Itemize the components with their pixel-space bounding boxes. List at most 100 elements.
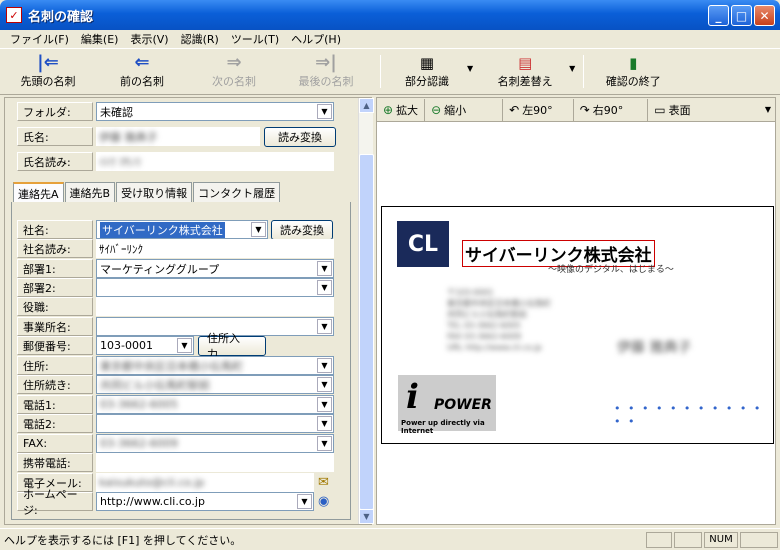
tab-contact-b[interactable]: 連絡先B <box>64 182 116 202</box>
dept1-select[interactable]: マーケティンググループ ▼ <box>96 259 334 278</box>
rotate-left-icon: ↶ <box>509 102 520 117</box>
minimize-button[interactable]: _ <box>708 5 729 26</box>
company-select[interactable]: サイバーリンク株式会社 ▼ <box>96 220 268 239</box>
card-address-block: 〒103-0001 東京都中央区日本橋小伝馬町 共同ビル小伝馬町駅前 TEL 0… <box>447 287 607 353</box>
reading-value: ｲﾄｳ ﾏｻﾉﾘ <box>99 155 141 169</box>
menu-recognize[interactable]: 認識(R) <box>175 31 225 47</box>
company-reading-input[interactable]: ｻｲﾊﾞｰﾘﾝｸ <box>96 239 334 258</box>
scroll-thumb[interactable] <box>359 154 374 510</box>
chevron-down-icon[interactable]: ▼ <box>317 280 332 295</box>
dept2-select[interactable]: ▼ <box>96 278 334 297</box>
prev-card-label: 前の名刺 <box>120 75 164 88</box>
menu-file[interactable]: ファイル(F) <box>4 31 75 47</box>
mobile-input[interactable] <box>96 453 334 472</box>
app-icon[interactable]: ✓ <box>6 7 22 23</box>
browser-globe-icon[interactable]: ◉ <box>318 494 329 509</box>
company-reading-value: ｻｲﾊﾞｰﾘﾝｸ <box>99 242 143 256</box>
side-dropdown-icon[interactable]: ▼ <box>765 105 771 114</box>
chevron-down-icon[interactable]: ▼ <box>317 397 332 412</box>
side-label: 表面 <box>668 103 691 117</box>
chevron-down-icon[interactable]: ▼ <box>317 377 332 392</box>
tel2-select[interactable]: ▼ <box>96 414 334 433</box>
menu-help[interactable]: ヘルプ(H) <box>285 31 347 47</box>
name-input[interactable]: 伊藤 雅典子 <box>96 127 260 146</box>
partial-recognize-button[interactable]: ▦ 部分認識 <box>389 49 465 94</box>
company-convert-button[interactable]: 読み変換 <box>271 219 333 240</box>
menu-edit[interactable]: 編集(E) <box>75 31 125 47</box>
next-card-button[interactable]: ⇒ 次の名刺 <box>188 49 280 94</box>
side-button[interactable]: ▭ 表面 <box>648 99 726 121</box>
address2-select[interactable]: 共同ビル小伝馬町駅前 ▼ <box>96 375 334 394</box>
fax-select[interactable]: 03-3662-6009 ▼ <box>96 434 334 453</box>
finish-check-button[interactable]: ▮ 確認の終了 <box>592 49 674 94</box>
chevron-down-icon[interactable]: ▼ <box>317 436 332 451</box>
first-card-button[interactable]: |⇐ 先頭の名刺 <box>0 49 96 94</box>
card-address-line: URL http://www.cli.co.jp <box>447 343 542 352</box>
mail-icon[interactable]: ✉ <box>318 475 329 490</box>
partial-dropdown-icon[interactable]: ▼ <box>467 64 473 73</box>
email-input[interactable]: kaisukuto@cli.co.jp <box>96 473 314 492</box>
rotate-right-button[interactable]: ↷ 右90° <box>574 98 649 121</box>
rotate-right-icon: ↷ <box>579 102 590 117</box>
fax-label: FAX: <box>17 434 93 453</box>
address-label: 住所: <box>17 356 93 375</box>
scroll-up-icon[interactable]: ▲ <box>359 98 374 113</box>
tab-contact-history[interactable]: コンタクト履歴 <box>193 182 281 202</box>
reading-input[interactable]: ｲﾄｳ ﾏｻﾉﾘ <box>96 152 334 171</box>
maximize-button[interactable]: □ <box>731 5 752 26</box>
scroll-down-icon[interactable]: ▼ <box>359 509 374 524</box>
rotate-right-label: 右90° <box>592 103 624 117</box>
zoom-in-button[interactable]: ⊕ 拡大 <box>377 98 426 121</box>
chevron-down-icon[interactable]: ▼ <box>317 416 332 431</box>
homepage-select[interactable]: http://www.cli.co.jp ▼ <box>96 492 314 511</box>
status-text: ヘルプを表示するには [F1] を押してください。 <box>4 533 242 547</box>
homepage-label: ホームページ: <box>17 488 93 517</box>
rotate-left-label: 左90° <box>522 103 553 117</box>
chevron-down-icon[interactable]: ▼ <box>297 494 312 509</box>
status-cell <box>646 531 672 548</box>
left-arrow-icon: ⇐ <box>134 52 150 73</box>
zoom-in-label: 拡大 <box>396 103 419 117</box>
menu-tools[interactable]: ツール(T) <box>225 31 285 47</box>
folder-select[interactable]: 未確認 ▼ <box>96 102 334 121</box>
address-input-button[interactable]: 住所入力... <box>198 332 266 361</box>
address-select[interactable]: 東京都中央区日本橋小伝馬町 ▼ <box>96 356 334 375</box>
tab-received-info[interactable]: 受け取り情報 <box>116 182 193 202</box>
zoom-in-icon: ⊕ <box>383 102 394 117</box>
chevron-down-icon[interactable]: ▼ <box>317 261 332 276</box>
zoom-out-button[interactable]: ⊖ 縮小 <box>425 98 504 121</box>
title-input[interactable] <box>96 297 334 316</box>
last-card-button[interactable]: ⇒| 最後の名刺 <box>280 49 372 94</box>
chevron-down-icon[interactable]: ▼ <box>317 358 332 373</box>
partial-recognize-label: 部分認識 <box>405 75 449 88</box>
tab-contact-a[interactable]: 連絡先A <box>13 182 64 202</box>
chevron-down-icon[interactable]: ▼ <box>251 222 266 237</box>
chevron-down-icon[interactable]: ▼ <box>317 319 332 334</box>
card-image-panel: ⊕ 拡大 ⊖ 縮小 ↶ 左90° ↷ 右90° ▭ 表面 ▼ CL サイバーリン… <box>376 97 776 525</box>
tel1-select[interactable]: 03-3662-6005 ▼ <box>96 395 334 414</box>
name-convert-button[interactable]: 読み変換 <box>264 126 336 147</box>
rotate-left-button[interactable]: ↶ 左90° <box>503 98 574 121</box>
replace-dropdown-icon[interactable]: ▼ <box>569 64 575 73</box>
card-address-line: TEL 03-3662-6005 <box>447 321 521 330</box>
status-bar: ヘルプを表示するには [F1] を押してください。 NUM <box>0 528 780 550</box>
chevron-down-icon[interactable]: ▼ <box>317 104 332 119</box>
fields-scrollbar[interactable]: ▲ ▼ <box>358 98 374 524</box>
chevron-down-icon[interactable]: ▼ <box>177 338 192 353</box>
close-button[interactable]: ✕ <box>754 5 775 26</box>
homepage-row: ホームページ: http://www.cli.co.jp ▼ ◉ <box>17 488 329 517</box>
menu-view[interactable]: 表示(V) <box>124 31 174 47</box>
replace-card-button[interactable]: ▤ 名刺差替え <box>483 49 567 94</box>
card-address-line: 共同ビル小伝馬町駅前 <box>447 310 527 319</box>
ipower-logo: i POWER Power up directly via Internet <box>398 375 496 435</box>
next-card-label: 次の名刺 <box>212 75 256 88</box>
business-card-image: CL サイバーリンク株式会社 ～映像のデジタル、はじまる～ 〒103-0001 … <box>381 206 774 444</box>
card-address-line: 〒103-0001 <box>447 288 494 297</box>
zip-select[interactable]: 103-0001 ▼ <box>96 336 194 355</box>
prev-card-button[interactable]: ⇐ 前の名刺 <box>96 49 188 94</box>
title-row: 役職: <box>17 297 334 316</box>
email-value: kaisukuto@cli.co.jp <box>99 476 205 489</box>
right-arrow-icon: ⇒ <box>226 52 242 73</box>
fax-value: 03-3662-6009 <box>100 437 178 450</box>
toolbar-separator <box>380 55 381 88</box>
